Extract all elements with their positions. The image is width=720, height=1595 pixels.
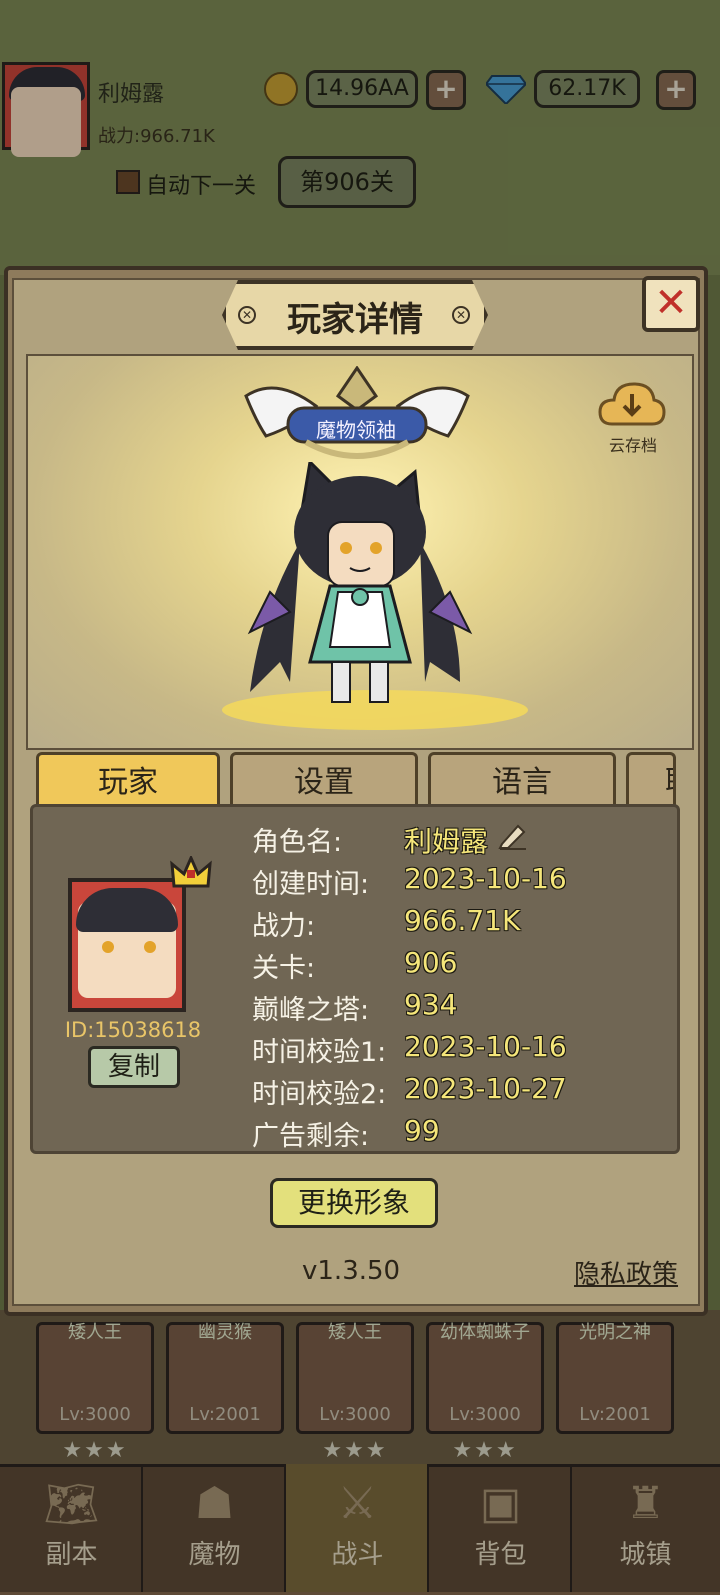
info-value: 99	[404, 1114, 440, 1147]
info-label: 时间校验1:	[252, 1037, 387, 1068]
app-version: v1.3.50	[302, 1256, 401, 1286]
info-value: 906	[404, 946, 458, 979]
info-label: 关卡:	[252, 953, 316, 984]
info-label: 巅峰之塔:	[252, 995, 370, 1026]
info-value: 966.71K	[404, 904, 521, 937]
info-value: 2023-10-27	[404, 1072, 567, 1105]
cloud-download-icon[interactable]	[598, 378, 666, 430]
character-sprite	[247, 462, 473, 703]
info-label: 角色名:	[252, 827, 343, 858]
player-name-value: 利姆露	[404, 825, 489, 858]
info-value: 2023-10-16	[404, 862, 567, 895]
cloud-save-label: 云存档	[608, 436, 657, 455]
info-value: 934	[404, 988, 458, 1021]
tab-more[interactable]: 联	[626, 752, 676, 808]
info-label: 时间校验2:	[252, 1079, 387, 1110]
tab-player[interactable]: 玩家	[36, 752, 220, 808]
info-label: 创建时间:	[252, 869, 370, 900]
close-button[interactable]: ✕	[642, 276, 700, 332]
player-id: ID:15038618	[64, 1018, 202, 1042]
badge-title: 魔物领袖	[316, 418, 396, 442]
privacy-policy-link[interactable]: 隐私政策	[574, 1254, 678, 1291]
info-label: 战力:	[252, 911, 316, 942]
tab-language[interactable]: 语言	[428, 752, 616, 808]
info-value: 2023-10-16	[404, 1030, 567, 1063]
player-avatar[interactable]	[68, 878, 186, 1012]
edit-pencil-icon[interactable]	[498, 820, 528, 850]
copy-id-button[interactable]: 复制	[88, 1046, 180, 1088]
crown-icon	[170, 856, 212, 888]
change-avatar-button[interactable]: 更换形象	[270, 1178, 438, 1228]
info-label: 广告剩余:	[252, 1121, 370, 1152]
modal-title: 玩家详情	[287, 300, 423, 340]
tab-settings[interactable]: 设置	[230, 752, 418, 808]
